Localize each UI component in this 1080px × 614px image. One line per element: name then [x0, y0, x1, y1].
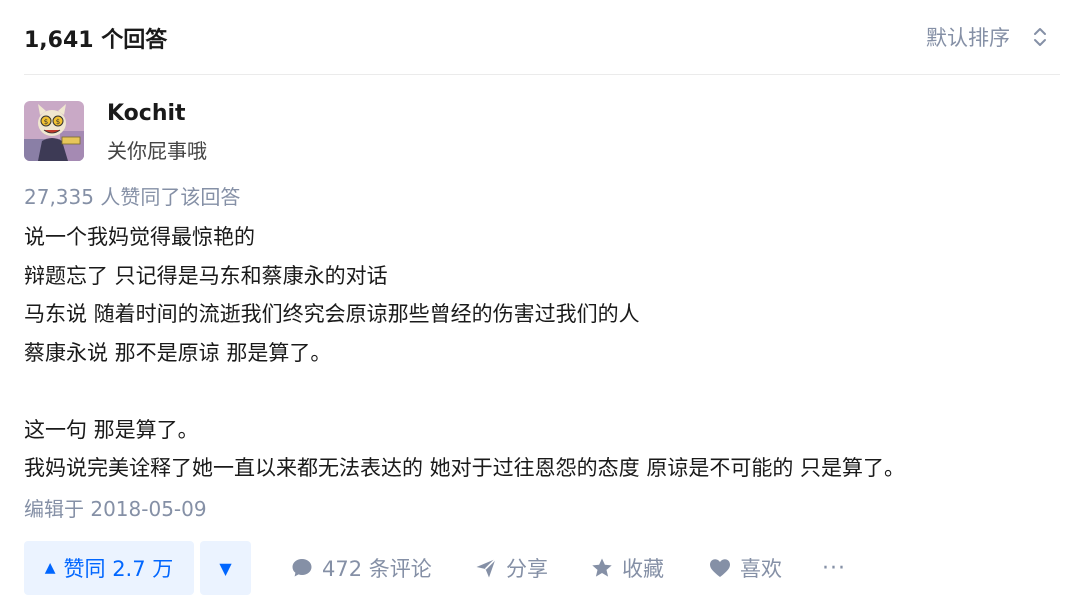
sort-arrows-icon: [1034, 28, 1046, 46]
like-label: 喜欢: [740, 557, 782, 581]
comment-label: 472 条评论: [322, 557, 432, 581]
content-line: 这一句 那是算了。: [24, 417, 199, 442]
edit-time[interactable]: 编辑于 2018-05-09: [24, 493, 207, 522]
sort-dropdown[interactable]: 默认排序: [926, 22, 1048, 52]
answer-content: 说一个我妈觉得最惊艳的 辩题忘了 只记得是马东和蔡康永的对话 马东说 随着时间的…: [24, 218, 1064, 488]
favorite-button[interactable]: 收藏: [590, 541, 664, 595]
author-headline: 关你屁事哦: [107, 139, 207, 163]
upvote-button[interactable]: ▲ 赞同 2.7 万: [24, 541, 194, 595]
content-line: 说一个我妈觉得最惊艳的: [24, 225, 255, 249]
action-bar: ▲ 赞同 2.7 万 ▼ 472 条评论 分享 收藏 喜欢 ···: [24, 541, 1064, 595]
downvote-button[interactable]: ▼: [200, 541, 251, 595]
share-button[interactable]: 分享: [474, 541, 548, 595]
content-line: 我妈说完美诠释了她一直以来都无法表达的 她对于过往恩怨的态度 原谅是不可能的 只…: [24, 456, 906, 480]
svg-text:$: $: [44, 118, 48, 126]
more-button[interactable]: ···: [822, 541, 846, 595]
upvote-arrow-icon: ▲: [44, 560, 56, 576]
comment-icon: [292, 559, 312, 577]
content-line: 马东说 随着时间的流逝我们终究会原谅那些曾经的伤害过我们的人: [24, 302, 640, 326]
author-name[interactable]: Kochit: [107, 101, 186, 126]
cartoon-cat-avatar-icon: $ $: [24, 101, 84, 161]
more-icon: ···: [822, 555, 846, 581]
downvote-arrow-icon: ▼: [219, 558, 232, 578]
content-line: 蔡康永说 那不是原谅 那是算了。: [24, 340, 332, 365]
upvote-label: 赞同 2.7 万: [63, 557, 174, 581]
answer-count: 1,641 个回答: [24, 28, 168, 53]
star-icon: [592, 558, 612, 577]
avatar[interactable]: $ $: [24, 101, 84, 161]
like-button[interactable]: 喜欢: [708, 541, 782, 595]
svg-text:$: $: [56, 118, 60, 126]
vote-summary[interactable]: 27,335 人赞同了该回答: [24, 181, 240, 210]
comment-button[interactable]: 472 条评论: [290, 541, 432, 595]
sort-label: 默认排序: [926, 26, 1010, 50]
answer-card: 1,641 个回答 默认排序 $ $ Kochit 关你屁事哦 27,335 人…: [0, 0, 1080, 614]
share-icon: [476, 558, 497, 578]
favorite-label: 收藏: [622, 557, 664, 581]
answers-header: 1,641 个回答 默认排序: [24, 0, 1060, 75]
share-label: 分享: [506, 557, 548, 581]
content-line: 辩题忘了 只记得是马东和蔡康永的对话: [24, 263, 388, 288]
heart-icon: [710, 559, 730, 577]
